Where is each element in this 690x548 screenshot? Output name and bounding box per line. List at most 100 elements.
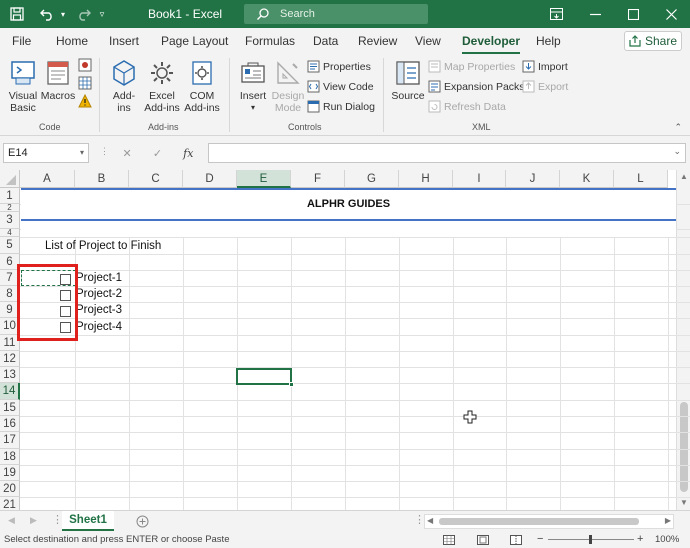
row-header[interactable]: 14 [0, 383, 20, 400]
expansion-packs-button[interactable]: Expansion Packs [428, 80, 525, 93]
tab-formulas[interactable]: Formulas [245, 34, 295, 48]
zoom-level[interactable]: 100% [655, 534, 679, 545]
ribbon-separator [383, 58, 384, 132]
horizontal-scrollbar[interactable]: ◀ ▶ [424, 514, 674, 529]
formula-bar-splitter[interactable]: ⋮ [100, 146, 109, 160]
row-header[interactable]: 13 [0, 367, 20, 383]
row-header[interactable]: 4 [0, 229, 20, 237]
tab-page-layout[interactable]: Page Layout [161, 34, 228, 48]
row-header[interactable]: 15 [0, 400, 20, 416]
zoom-out-icon[interactable]: − [537, 533, 543, 545]
xml-source-button[interactable]: Source [390, 58, 426, 102]
run-dialog-button[interactable]: Run Dialog [307, 100, 375, 113]
row-header[interactable]: 16 [0, 416, 20, 432]
undo-dropdown-icon[interactable]: ▾ [58, 4, 68, 24]
formula-input[interactable]: ⌄ [208, 143, 686, 163]
column-header[interactable]: L [614, 170, 668, 188]
com-addins-button[interactable]: COM Add-ins [183, 58, 221, 114]
sheet-tab-sheet1[interactable]: Sheet1 [62, 511, 114, 531]
column-header[interactable]: A [20, 170, 75, 188]
scroll-right-icon[interactable]: ▶ [665, 516, 671, 525]
prev-sheet-icon[interactable]: ◀ [8, 515, 15, 526]
row-header[interactable]: 12 [0, 351, 20, 367]
new-sheet-icon[interactable] [136, 515, 149, 528]
next-sheet-icon[interactable]: ▶ [30, 515, 37, 526]
name-box[interactable]: E14 ▾ [3, 143, 89, 163]
redo-icon[interactable] [72, 4, 94, 24]
map-properties-button[interactable]: Map Properties [428, 60, 515, 73]
cancel-icon[interactable]: ✕ [123, 147, 132, 160]
expand-formula-bar-icon[interactable]: ⌄ [673, 146, 681, 157]
collapse-ribbon-icon[interactable]: ⌃ [674, 122, 682, 133]
import-button[interactable]: Import [522, 60, 568, 73]
scroll-left-icon[interactable]: ◀ [427, 516, 433, 525]
enter-icon[interactable]: ✓ [153, 147, 162, 160]
zoom-slider-thumb[interactable] [589, 535, 592, 544]
active-cell-e14[interactable] [236, 368, 294, 387]
column-header[interactable]: D [183, 170, 237, 188]
export-button[interactable]: Export [522, 80, 568, 93]
page-break-view-icon[interactable] [510, 535, 522, 545]
view-code-button[interactable]: View Code [307, 80, 374, 93]
column-header[interactable]: F [291, 170, 345, 188]
search-box[interactable]: Search [244, 4, 428, 24]
save-icon[interactable] [6, 4, 28, 24]
tab-help[interactable]: Help [536, 34, 561, 48]
tab-insert[interactable]: Insert [109, 34, 139, 48]
fill-handle[interactable] [289, 382, 294, 387]
row-header[interactable]: 18 [0, 449, 20, 465]
macro-security-icon[interactable] [78, 93, 94, 108]
properties-button[interactable]: Properties [307, 60, 371, 73]
minimize-icon[interactable] [584, 4, 606, 24]
macros-button[interactable]: Macros [40, 58, 76, 102]
relative-references-icon[interactable] [78, 76, 94, 90]
vertical-scrollbar[interactable]: ▲ ▼ [676, 170, 690, 510]
maximize-icon[interactable] [622, 4, 644, 24]
row-header[interactable]: 19 [0, 465, 20, 481]
refresh-data-button[interactable]: Refresh Data [428, 100, 506, 113]
column-header[interactable]: I [453, 170, 506, 188]
record-macro-icon[interactable] [78, 58, 94, 72]
row-header[interactable]: 5 [0, 237, 20, 254]
column-header[interactable]: H [399, 170, 453, 188]
select-all-corner[interactable] [0, 170, 20, 188]
tab-data[interactable]: Data [313, 34, 338, 48]
title-merged-area[interactable] [21, 188, 676, 237]
excel-addins-button[interactable]: Excel Add-ins [143, 58, 181, 114]
column-header[interactable]: C [129, 170, 183, 188]
tab-review[interactable]: Review [358, 34, 397, 48]
column-header[interactable]: J [506, 170, 560, 188]
ribbon-display-options-icon[interactable] [545, 4, 567, 24]
column-header[interactable]: E [237, 170, 291, 188]
column-header[interactable]: K [560, 170, 614, 188]
undo-icon[interactable] [36, 4, 58, 24]
addins-button[interactable]: Add- ins [107, 58, 141, 114]
tab-developer[interactable]: Developer [462, 34, 521, 54]
row-header[interactable]: 2 [0, 204, 20, 212]
worksheet-grid[interactable]: A B C D E F G H I J K L ▲ ▼ 1 2 3 4 5 6 … [0, 170, 690, 510]
customize-toolbar-icon[interactable]: ▿ [96, 4, 108, 24]
row-header[interactable]: 20 [0, 481, 20, 497]
tab-view[interactable]: View [415, 34, 441, 48]
horizontal-scroll-thumb[interactable] [439, 518, 639, 525]
design-mode-button[interactable]: Design Mode [270, 58, 306, 114]
page-layout-view-icon[interactable] [477, 535, 489, 545]
row-header[interactable]: 3 [0, 212, 20, 229]
normal-view-icon[interactable] [443, 535, 455, 545]
share-button[interactable]: Share [624, 31, 682, 51]
scroll-down-icon[interactable]: ▼ [680, 498, 688, 507]
name-box-dropdown-icon[interactable]: ▾ [80, 144, 84, 162]
tab-home[interactable]: Home [56, 34, 88, 48]
row-header[interactable]: 17 [0, 432, 20, 449]
close-icon[interactable] [660, 4, 682, 24]
column-header[interactable]: B [75, 170, 129, 188]
zoom-in-icon[interactable]: + [637, 533, 643, 545]
insert-function-icon[interactable]: fx [183, 147, 193, 160]
column-header[interactable]: G [345, 170, 399, 188]
row-header[interactable]: 21 [0, 497, 20, 510]
row-header[interactable]: 1 [0, 188, 20, 204]
tab-file[interactable]: File [12, 34, 31, 48]
visual-basic-button[interactable]: Visual Basic [6, 58, 40, 114]
scroll-up-icon[interactable]: ▲ [680, 172, 688, 181]
insert-controls-button[interactable]: Insert ▾ [236, 58, 270, 114]
